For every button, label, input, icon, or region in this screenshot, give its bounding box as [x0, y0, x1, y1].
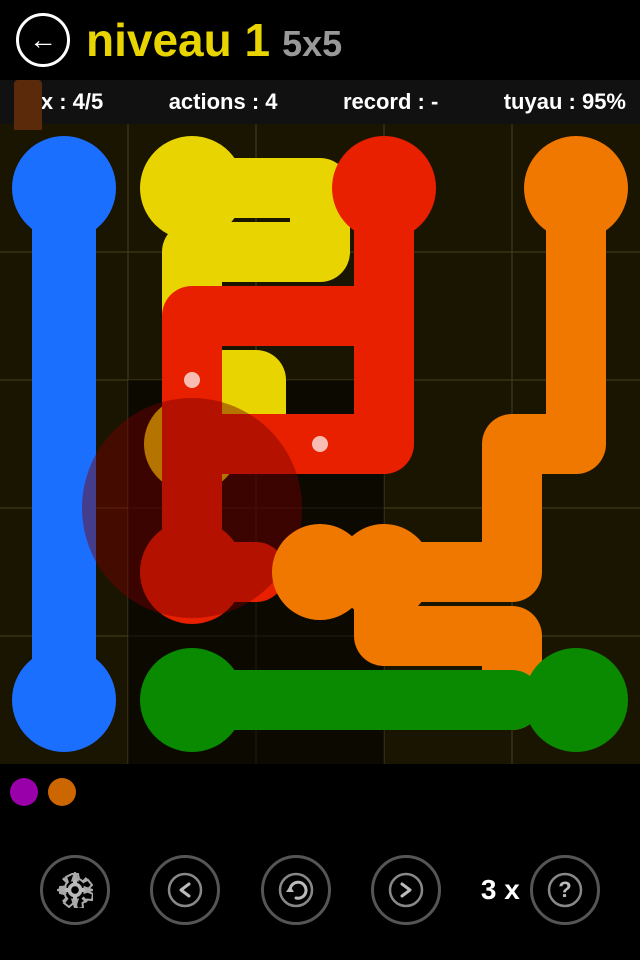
back-arrow-icon [167, 872, 203, 908]
ticker-dot-orange [48, 778, 76, 806]
tuyau-stat: tuyau : 95% [504, 89, 626, 115]
record-stat: record : - [343, 89, 438, 115]
grid-size-label: 5x5 [282, 23, 342, 65]
settings-button[interactable] [40, 855, 110, 925]
actions-stat: actions : 4 [169, 89, 278, 115]
back-button-top[interactable]: ← [16, 13, 70, 67]
bottom-ticker [0, 764, 640, 820]
game-grid[interactable] [0, 124, 640, 764]
hint-count-label: 3 x [481, 874, 520, 906]
brown-pipe-top [14, 80, 42, 130]
gear-icon [57, 872, 93, 908]
ticker-dot-purple [10, 778, 38, 806]
level-title: niveau 1 [86, 13, 270, 67]
undo-button[interactable] [150, 855, 220, 925]
back-arrow-icon: ← [29, 24, 57, 56]
header: ← niveau 1 5x5 [0, 0, 640, 80]
hint-button[interactable]: ? [530, 855, 600, 925]
forward-arrow-icon [388, 872, 424, 908]
question-mark-icon: ? [547, 872, 583, 908]
forward-button[interactable] [371, 855, 441, 925]
title-area: niveau 1 5x5 [86, 13, 342, 67]
restart-button[interactable] [261, 855, 331, 925]
hint-area: 3 x ? [481, 855, 600, 925]
stats-bar: flux : 4/5 actions : 4 record : - tuyau … [0, 80, 640, 124]
restart-icon [278, 872, 314, 908]
svg-text:?: ? [558, 877, 571, 902]
game-overlay [0, 124, 640, 764]
footer: 3 x ? [0, 820, 640, 960]
